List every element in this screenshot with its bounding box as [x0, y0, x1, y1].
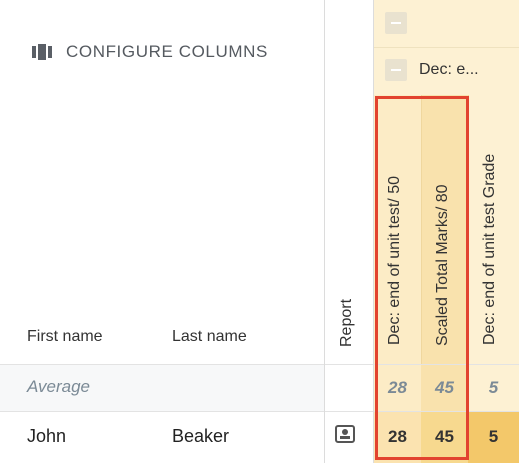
- configure-columns-label: CONFIGURE COLUMNS: [66, 42, 268, 61]
- header-first-name[interactable]: First name: [27, 328, 103, 346]
- header-last-name[interactable]: Last name: [172, 328, 247, 346]
- last-name-cell[interactable]: Beaker: [172, 426, 229, 447]
- columns-icon: [32, 44, 52, 60]
- score-cell[interactable]: 5: [468, 412, 519, 461]
- group-label: Dec: e...: [419, 61, 479, 78]
- average-label: Average: [27, 377, 91, 396]
- collapse-group-icon[interactable]: [385, 59, 407, 81]
- average-value: 5: [488, 378, 499, 397]
- report-card-icon[interactable]: [335, 425, 355, 443]
- collapse-all-icon[interactable]: [385, 12, 407, 34]
- selection-highlight: [375, 96, 469, 460]
- report-column: [324, 0, 374, 463]
- header-report: Report: [338, 298, 355, 347]
- column-divider-report-left: [324, 0, 325, 463]
- group-divider: [374, 47, 519, 48]
- column-divider-report-right: [373, 0, 374, 463]
- column-header-grade[interactable]: Dec: end of unit test Grade: [481, 120, 499, 345]
- configure-columns-button[interactable]: CONFIGURE COLUMNS: [32, 42, 268, 62]
- first-name-cell[interactable]: John: [27, 426, 66, 447]
